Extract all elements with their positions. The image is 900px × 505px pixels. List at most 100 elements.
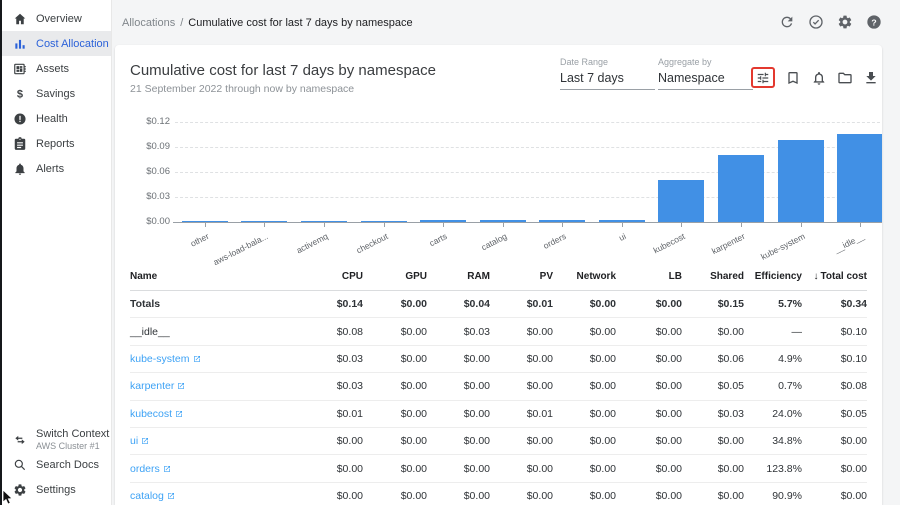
- cell-catalog-ram: $0.00: [427, 490, 490, 502]
- column-header-ram[interactable]: RAM: [427, 271, 490, 282]
- external-link-icon: [141, 437, 149, 445]
- row-name-link[interactable]: karpenter: [130, 380, 185, 392]
- sidebar-item-label: Overview: [36, 13, 82, 25]
- cell-kube-system-lb: $0.00: [616, 353, 682, 365]
- bar-activemq[interactable]: [301, 221, 347, 222]
- table-row-ui: ui$0.00$0.00$0.00$0.00$0.00$0.00$0.0034.…: [130, 428, 867, 455]
- cell-kube-system-total-cost: $0.10: [802, 353, 867, 365]
- row-name-link[interactable]: orders: [130, 463, 171, 475]
- breadcrumb-separator: /: [180, 17, 183, 29]
- cell-catalog-pv: $0.00: [490, 490, 553, 502]
- x-axis-tick: [801, 223, 802, 227]
- row-name-link[interactable]: ui: [130, 435, 149, 447]
- cell-kube-system-efficiency: 4.9%: [744, 353, 802, 365]
- cell-kube-system-pv: $0.00: [490, 353, 553, 365]
- bar-aws-load-bala[interactable]: [241, 221, 287, 222]
- table-row-karpenter: karpenter$0.03$0.00$0.00$0.00$0.00$0.00$…: [130, 373, 867, 400]
- bar-carts[interactable]: [420, 220, 466, 222]
- reports-icon: [13, 137, 27, 151]
- svg-text:?: ?: [871, 17, 876, 27]
- column-header-lb[interactable]: LB: [616, 271, 682, 282]
- x-axis-tick: [205, 223, 206, 227]
- cell-idle-gpu: $0.00: [363, 326, 427, 338]
- sidebar-item-health[interactable]: Health: [0, 106, 111, 131]
- cell-totals-lb: $0.00: [616, 298, 682, 310]
- cell-totals-pv: $0.01: [490, 298, 553, 310]
- bar-idle[interactable]: [837, 134, 882, 222]
- sidebar-item-assets[interactable]: Assets: [0, 56, 111, 81]
- sidebar-item-cost-allocation[interactable]: Cost Allocation: [0, 31, 111, 56]
- external-link-icon: [175, 410, 183, 418]
- sidebar-item-label: Assets: [36, 63, 69, 75]
- allocation-table: NameCPUGPURAMPVNetworkLBSharedEfficiency…: [130, 263, 867, 505]
- column-header-label: Total cost: [821, 271, 867, 282]
- column-header-name[interactable]: Name: [130, 271, 301, 282]
- sidebar-item-overview[interactable]: Overview: [0, 6, 111, 31]
- cell-orders-cpu: $0.00: [301, 463, 363, 475]
- table-row-catalog: catalog$0.00$0.00$0.00$0.00$0.00$0.00$0.…: [130, 483, 867, 505]
- cell-catalog-efficiency: 90.9%: [744, 490, 802, 502]
- sidebar-footer-switch-context[interactable]: Switch ContextAWS Cluster #1: [0, 427, 111, 452]
- bar-ui[interactable]: [599, 220, 645, 222]
- cell-totals-total-cost: $0.34: [802, 298, 867, 310]
- column-header-cpu[interactable]: CPU: [301, 271, 363, 282]
- column-header-network[interactable]: Network: [553, 271, 616, 282]
- bar-other[interactable]: [182, 221, 228, 222]
- y-axis-tick-label: $0.12: [130, 116, 170, 127]
- cell-kubecost-cpu: $0.01: [301, 408, 363, 420]
- bar-orders[interactable]: [539, 220, 585, 222]
- assets-icon: [13, 62, 27, 76]
- cell-karpenter-gpu: $0.00: [363, 380, 427, 392]
- column-header-gpu[interactable]: GPU: [363, 271, 427, 282]
- y-axis-tick-label: $0.03: [130, 191, 170, 202]
- column-header-total-cost[interactable]: ↓Total cost: [802, 271, 867, 282]
- alerts-bell-icon: [13, 162, 27, 176]
- window-left-edge: [0, 0, 2, 505]
- bar-kube-system[interactable]: [778, 140, 824, 222]
- cell-orders-shared: $0.00: [682, 463, 744, 475]
- cell-ui-pv: $0.00: [490, 435, 553, 447]
- cell-kubecost-pv: $0.01: [490, 408, 553, 420]
- cell-kubecost-efficiency: 24.0%: [744, 408, 802, 420]
- row-name-link[interactable]: kube-system: [130, 353, 201, 365]
- table-row-totals: Totals$0.14$0.00$0.04$0.01$0.00$0.00$0.1…: [130, 291, 867, 318]
- cell-totals-shared: $0.15: [682, 298, 744, 310]
- table-row-kubecost: kubecost$0.01$0.00$0.00$0.01$0.00$0.00$0…: [130, 401, 867, 428]
- refresh-icon[interactable]: [779, 14, 795, 30]
- bar-catalog[interactable]: [480, 220, 526, 222]
- column-header-pv[interactable]: PV: [490, 271, 553, 282]
- row-name-label: karpenter: [130, 380, 174, 392]
- breadcrumb-parent[interactable]: Allocations: [122, 17, 175, 29]
- gridline: [175, 197, 882, 198]
- sidebar-item-alerts[interactable]: Alerts: [0, 156, 111, 181]
- gear-icon[interactable]: [837, 14, 853, 30]
- x-axis-line: [173, 222, 882, 223]
- cell-karpenter-total-cost: $0.08: [802, 380, 867, 392]
- row-name-link[interactable]: catalog: [130, 490, 175, 502]
- sidebar-nav: Overview Cost Allocation Assets $SavingsHea…: [0, 6, 111, 181]
- cell-kube-system-cpu: $0.03: [301, 353, 363, 365]
- cell-orders-gpu: $0.00: [363, 463, 427, 475]
- sidebar-footer-search-docs[interactable]: Search Docs: [0, 452, 111, 477]
- column-header-shared[interactable]: Shared: [682, 271, 744, 282]
- sidebar: Overview Cost Allocation Assets $SavingsHea…: [0, 0, 112, 505]
- table-row-orders: orders$0.00$0.00$0.00$0.00$0.00$0.00$0.0…: [130, 455, 867, 482]
- row-name-link[interactable]: kubecost: [130, 408, 183, 420]
- sidebar-item-savings[interactable]: $Savings: [0, 81, 111, 106]
- help-icon[interactable]: ?: [866, 14, 882, 30]
- sidebar-item-reports[interactable]: Reports: [0, 131, 111, 156]
- sidebar-item-label: Alerts: [36, 163, 64, 175]
- sidebar-footer-settings[interactable]: Settings: [0, 477, 111, 502]
- cell-idle-shared: $0.00: [682, 326, 744, 338]
- footer-item-sublabel: AWS Cluster #1: [36, 441, 109, 451]
- bar-karpenter[interactable]: [718, 155, 764, 222]
- gridline: [175, 172, 882, 173]
- footer-item-label: Switch Context: [36, 428, 109, 440]
- check-circle-icon[interactable]: [808, 14, 824, 30]
- bar-checkout[interactable]: [361, 221, 407, 222]
- cell-totals-network: $0.00: [553, 298, 616, 310]
- cell-catalog-shared: $0.00: [682, 490, 744, 502]
- column-header-efficiency[interactable]: Efficiency: [744, 271, 802, 282]
- y-axis-tick-label: $0.06: [130, 166, 170, 177]
- bar-kubecost[interactable]: [658, 180, 704, 222]
